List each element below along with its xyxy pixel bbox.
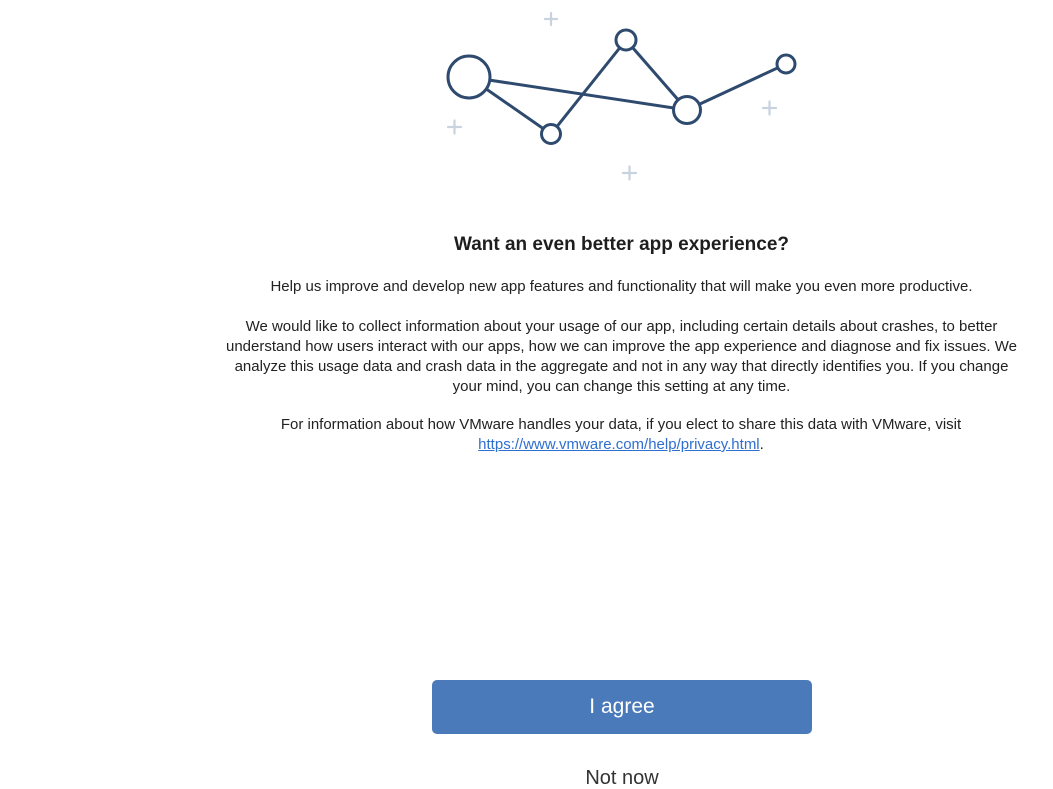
usage-description-text: We would like to collect information abo… [225, 318, 1017, 395]
not-now-button[interactable]: Not now [522, 762, 722, 789]
privacy-policy-link[interactable]: https://www.vmware.com/help/privacy.html [478, 436, 759, 453]
data-collection-consent-screen: Want an even better app experience? Help… [0, 0, 1053, 789]
privacy-info-suffix: . [759, 436, 764, 453]
privacy-info-text: For information about how VMware handles… [140, 415, 1053, 455]
dialog-title: Want an even better app experience? [453, 234, 790, 255]
intro-text: Help us improve and develop new app feat… [270, 278, 973, 295]
privacy-info-prefix: For information about how VMware handles… [280, 416, 962, 433]
agree-button[interactable]: I agree [432, 680, 812, 734]
network-graph-icon [446, 11, 797, 181]
